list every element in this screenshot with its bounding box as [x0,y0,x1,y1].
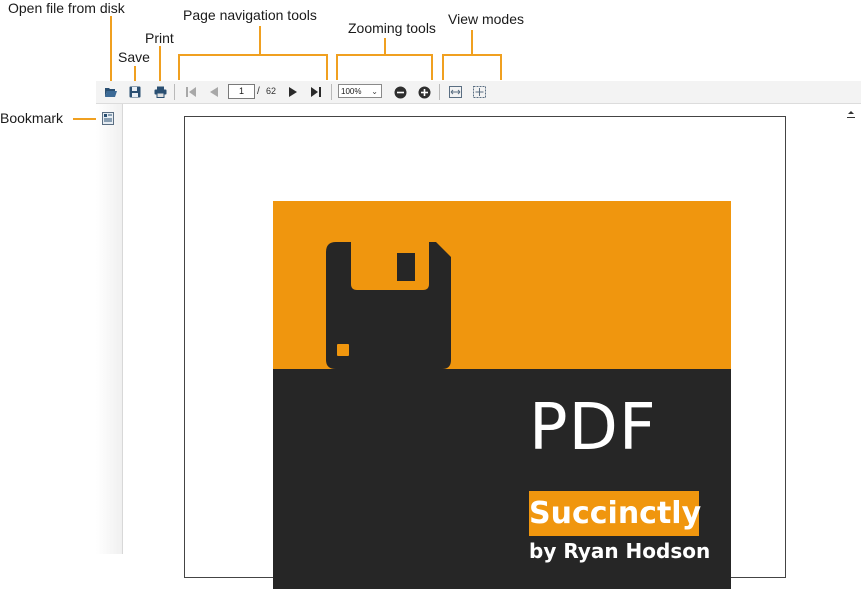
save-icon [129,86,141,98]
bracket-zoom-right [431,54,433,80]
leader-page-nav [259,26,261,55]
folder-open-icon [105,88,117,97]
bracket-zoom-left [336,54,338,80]
cover-bottom-band: PDF Succinctly by Ryan Hodson [273,369,731,589]
total-pages: 62 [266,86,277,96]
callout-save: Save [118,49,150,65]
bracket-page-nav-right [326,54,328,80]
zoom-out-icon [394,86,406,98]
chevron-down-icon: ⌄ [371,87,378,96]
cover-badge: Succinctly [529,491,701,536]
fit-page-button[interactable] [470,83,488,101]
zoom-out-button[interactable] [391,83,409,101]
previous-page-icon [210,87,218,97]
zoom-in-button[interactable] [415,83,433,101]
next-page-button[interactable] [284,83,302,101]
next-page-icon [289,87,297,97]
zoom-in-icon [418,86,430,98]
leader-print [159,46,161,84]
arrow-up-icon [847,111,855,118]
leader-zoom [384,38,386,55]
callout-page-navigation: Page navigation tools [183,7,317,23]
bookmark-button[interactable] [102,112,114,130]
bracket-view-modes-left [442,54,444,80]
document-page: PDF Succinctly by Ryan Hodson [184,116,786,589]
toolbar: 1 / 62 100% ⌄ [96,81,861,104]
callout-print: Print [145,30,174,46]
page-separator: / [257,86,260,97]
bookmark-pane [96,104,123,554]
cover-title: PDF [529,391,657,465]
cover-top-band [273,201,731,369]
leader-view-modes [471,30,473,55]
current-page-input[interactable]: 1 [228,84,255,99]
bracket-page-nav [178,54,328,56]
last-page-icon [311,87,321,97]
fit-width-icon [448,86,462,98]
print-button[interactable] [151,83,169,101]
callout-view-modes: View modes [448,11,525,27]
first-page-button[interactable] [182,83,200,101]
cover-author: by Ryan Hodson [529,539,711,563]
bookmark-icon [102,112,114,125]
zoom-select[interactable]: 100% ⌄ [338,84,382,98]
leader-bookmark [73,118,98,120]
save-button[interactable] [126,83,144,101]
callout-open-file: Open file from disk [8,0,125,16]
first-page-icon [186,87,196,97]
print-icon [154,86,166,98]
last-page-button[interactable] [307,83,325,101]
toolbar-separator [439,84,440,100]
bracket-page-nav-left [178,54,180,80]
bracket-view-modes-right [500,54,502,80]
callout-bookmark: Bookmark [0,110,64,126]
toolbar-separator [174,84,175,100]
callout-zooming: Zooming tools [348,20,436,36]
previous-page-button[interactable] [205,83,223,101]
fit-page-icon [472,86,486,98]
scrollbar-up-button[interactable] [845,107,857,123]
toolbar-separator [331,84,332,100]
open-file-button[interactable] [102,83,120,101]
leader-open-file [110,16,112,84]
zoom-value: 100% [341,87,362,96]
fit-width-button[interactable] [446,83,464,101]
floppy-disk-icon [326,242,451,369]
